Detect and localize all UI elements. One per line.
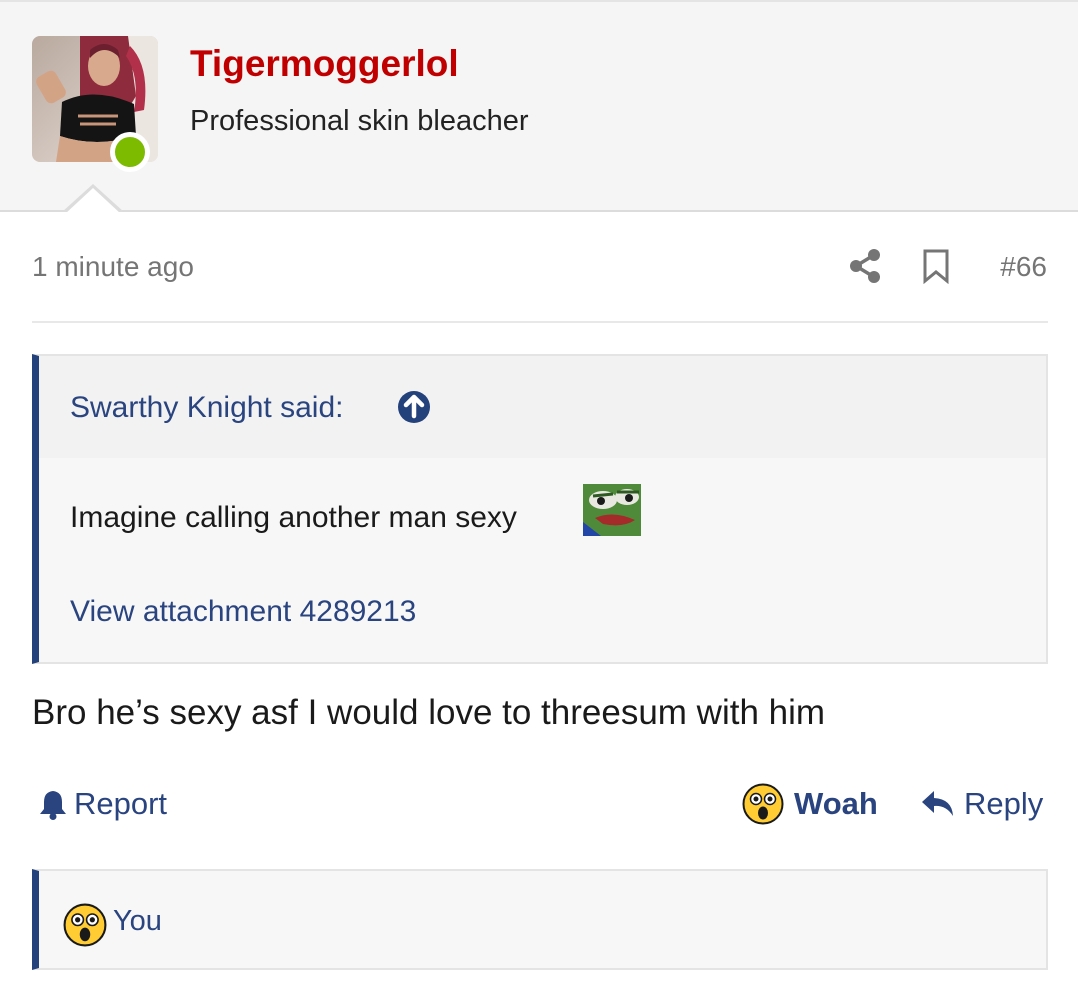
bookmark-icon[interactable] [922,248,950,284]
quote-author[interactable]: Swarthy Knight said: [70,390,343,426]
attachment-link[interactable]: View attachment 4289213 [70,594,416,630]
astonished-face-icon [742,783,784,825]
woah-label: Woah [794,786,878,821]
report-button[interactable]: Report [38,784,167,824]
online-status-indicator [110,132,150,172]
user-title: Professional skin bleacher [190,105,529,137]
share-icon[interactable] [848,248,882,284]
woah-reaction-button[interactable]: Woah [742,782,878,826]
post-number[interactable]: #66 [1000,250,1047,284]
report-label: Report [74,786,168,821]
quote-block: Swarthy Knight said: Imagine calling ano… [32,354,1048,664]
astonished-face-icon [63,903,107,947]
pepe-frog-emoji [583,484,641,536]
username[interactable]: Tigermoggerlol [190,42,459,86]
post-timestamp[interactable]: 1 minute ago [32,250,194,284]
bell-icon [40,791,66,820]
header-pointer-fill [65,188,121,214]
divider [32,321,1048,323]
reply-arrow-icon [922,791,953,816]
reply-button[interactable]: Reply [920,782,1043,826]
reactions-bar: You [32,869,1048,970]
arrow-up-circle-icon[interactable] [397,390,431,424]
reply-label: Reply [964,786,1044,821]
user-header: Tigermoggerlol Professional skin bleache… [0,0,1078,212]
post-body: Bro he’s sexy asf I would love to threes… [32,693,826,732]
quote-text: Imagine calling another man sexy [70,501,517,534]
reaction-users-link[interactable]: You [113,903,162,939]
